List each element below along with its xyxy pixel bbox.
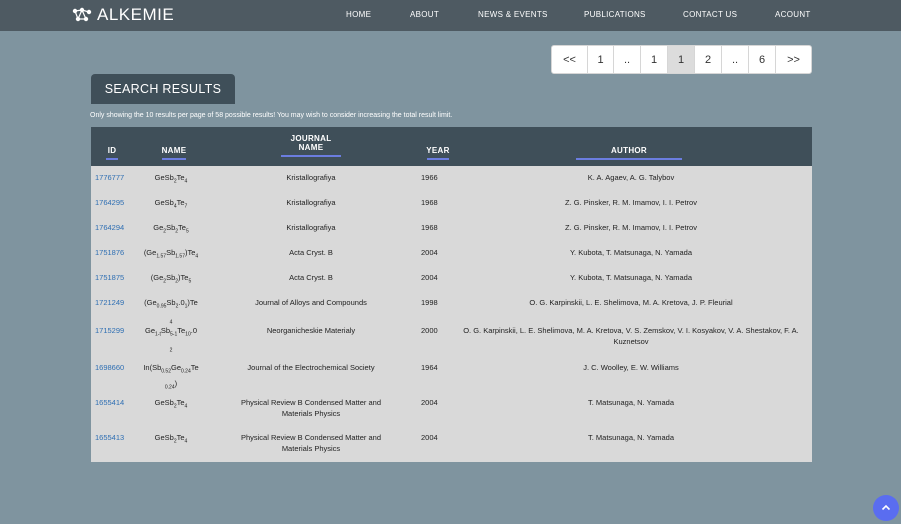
row-year: 2004 [421, 433, 438, 442]
row-year: 1966 [421, 173, 438, 182]
row-author: T. Matsunaga, N. Yamada [587, 433, 675, 442]
row-id-link[interactable]: 1764294 [95, 222, 124, 233]
page-current[interactable]: 1 [668, 46, 695, 73]
page-ellipsis: .. [614, 46, 641, 73]
row-id-link[interactable]: 1655414 [95, 397, 124, 408]
nav-contact-us[interactable]: CONTACT US [683, 10, 737, 19]
page-link[interactable]: 1 [641, 46, 668, 73]
nav-news-events[interactable]: NEWS & EVENTS [478, 10, 548, 19]
row-author: Y. Kubota, T. Matsunaga, N. Yamada [569, 248, 693, 257]
row-author: Y. Kubota, T. Matsunaga, N. Yamada [569, 273, 693, 282]
row-year: 1998 [421, 298, 438, 307]
row-journal: Kristallografiya [286, 173, 336, 182]
column-header-name[interactable]: NAME [156, 146, 192, 160]
row-author: O. G. Karpinskii, L. E. Shelimova, M. A.… [529, 298, 733, 307]
row-journal: Physical Review B Condensed Matter and M… [240, 433, 382, 453]
row-year: 2000 [421, 326, 438, 335]
row-id-link[interactable]: 1721249 [95, 297, 124, 308]
row-author: Z. G. Pinsker, R. M. Imamov, I. I. Petro… [565, 223, 697, 232]
column-header-year[interactable]: YEAR [424, 146, 452, 160]
row-id-link[interactable]: 1776777 [95, 172, 124, 183]
row-name: Ge1-tSb5-1Te10.0 2 [144, 326, 198, 353]
arrow-up-icon [881, 504, 891, 511]
row-year: 2004 [421, 248, 438, 257]
row-year: 2004 [421, 398, 438, 407]
row-year: 2004 [421, 273, 438, 282]
row-name: (Ge2Sb2)Te5 [150, 273, 192, 285]
row-name: In(Sb0.52Ge0.24Te 0.24) [143, 363, 199, 390]
row-year: 1968 [421, 223, 438, 232]
row-name: GeSb2Te4 [154, 173, 188, 185]
nav-home[interactable]: HOME [346, 10, 371, 19]
nav-account[interactable]: ACOUNT [775, 10, 811, 19]
page-ellipsis: .. [722, 46, 749, 73]
row-id-link[interactable]: 1751875 [95, 272, 124, 283]
row-journal: Kristallografiya [286, 198, 336, 207]
row-id-link[interactable]: 1655413 [95, 432, 124, 443]
results-notice: Only showing the 10 results per page of … [90, 112, 453, 119]
row-year: 1968 [421, 198, 438, 207]
nav-publications[interactable]: PUBLICATIONS [584, 10, 646, 19]
column-header-journal-name[interactable]: JOURNAL NAME [276, 134, 346, 157]
row-author: Z. G. Pinsker, R. M. Imamov, I. I. Petro… [565, 198, 697, 207]
row-name: GeSb4Te7 [154, 198, 188, 210]
pagination: << 1 .. 1 1 2 .. 6 >> [551, 45, 812, 74]
main-nav: HOME ABOUT NEWS & EVENTS PUBLICATIONS CO… [0, 10, 901, 24]
row-id-link[interactable]: 1715299 [95, 325, 124, 336]
row-id-link[interactable]: 1698660 [95, 362, 124, 373]
results-table: ID NAME JOURNAL NAME YEAR AUTHOR 1776777… [91, 127, 812, 462]
row-id-link[interactable]: 1764295 [95, 197, 124, 208]
page-link[interactable]: 6 [749, 46, 776, 73]
page-first-button[interactable]: << [552, 46, 588, 73]
top-navbar: ALKEMIE HOME ABOUT NEWS & EVENTS PUBLICA… [0, 0, 901, 31]
row-journal: Physical Review B Condensed Matter and M… [240, 398, 382, 418]
row-author: J. C. Woolley, E. W. Williams [583, 363, 679, 372]
row-name: GeSb2Te4 [154, 398, 188, 410]
row-author: K. A. Agaev, A. G. Talybov [587, 173, 675, 182]
row-author: O. G. Karpinskii, L. E. Shelimova, M. A.… [463, 326, 799, 346]
row-journal: Acta Cryst. B [289, 248, 333, 257]
column-header-id[interactable]: ID [101, 146, 123, 160]
nav-about[interactable]: ABOUT [410, 10, 439, 19]
row-journal: Journal of Alloys and Compounds [255, 298, 367, 307]
search-results-tab: SEARCH RESULTS [91, 74, 235, 104]
table-header: ID NAME JOURNAL NAME YEAR AUTHOR [91, 127, 812, 166]
row-journal: Neorganicheskie Materialy [266, 326, 356, 335]
row-author: T. Matsunaga, N. Yamada [587, 398, 675, 407]
scroll-top-button[interactable] [873, 495, 899, 521]
row-name: (Ge1.57Sb1.57)Te4 [143, 248, 199, 260]
row-name: (Ge0.95Sb2.01)Te 4 [144, 298, 198, 325]
row-year: 1964 [421, 363, 438, 372]
row-name: Ge2Sb2Te5 [153, 223, 189, 235]
page-link[interactable]: 1 [588, 46, 614, 73]
row-id-link[interactable]: 1751876 [95, 247, 124, 258]
row-journal: Kristallografiya [286, 223, 336, 232]
column-header-author[interactable]: AUTHOR [575, 146, 683, 160]
page-link[interactable]: 2 [695, 46, 722, 73]
row-name: GeSb2Te4 [154, 433, 188, 445]
page-last-button[interactable]: >> [776, 46, 811, 73]
row-journal: Acta Cryst. B [289, 273, 333, 282]
row-journal: Journal of the Electrochemical Society [247, 363, 375, 372]
